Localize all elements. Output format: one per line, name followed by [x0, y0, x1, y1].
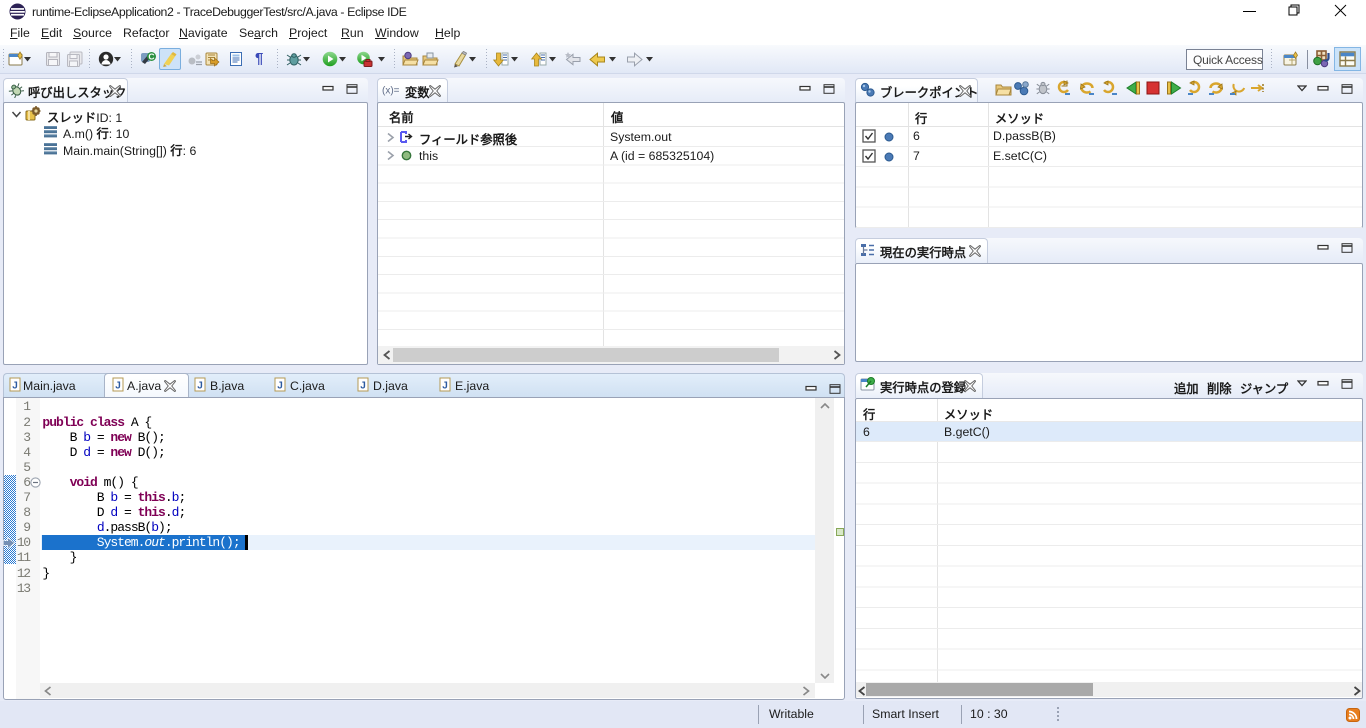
svg-text:J: J — [277, 381, 283, 392]
svg-text:J: J — [360, 381, 366, 392]
svg-text:J: J — [12, 381, 18, 392]
svg-text:J: J — [442, 381, 448, 392]
svg-text:J: J — [115, 381, 121, 392]
svg-text:J: J — [197, 381, 203, 392]
svg-text:C: C — [148, 52, 154, 62]
svg-text:(x)=: (x)= — [382, 86, 400, 97]
